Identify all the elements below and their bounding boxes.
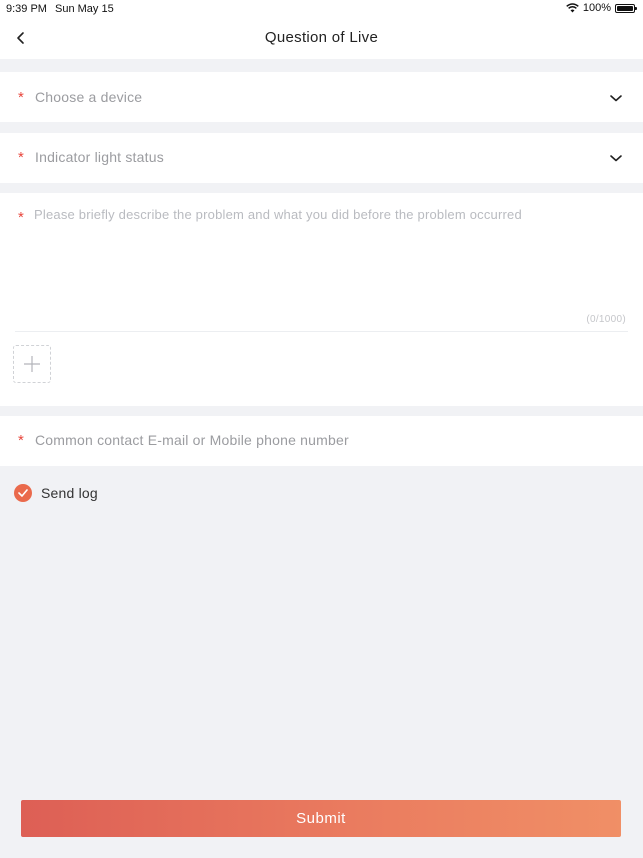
check-icon (18, 489, 28, 497)
send-log-label: Send log (41, 485, 98, 501)
submit-button[interactable]: Submit (21, 800, 621, 837)
device-select[interactable]: * Choose a device (0, 72, 643, 122)
divider (15, 331, 628, 332)
chevron-down-icon (610, 155, 622, 162)
battery-percent: 100% (582, 2, 611, 14)
status-date: Sun May 15 (55, 3, 114, 15)
character-counter: (0/1000) (586, 314, 626, 325)
chevron-down-icon (610, 95, 622, 102)
nav-bar: Question of Live (0, 18, 643, 59)
indicator-status-select[interactable]: * Indicator light status (0, 133, 643, 183)
plus-icon (24, 356, 40, 372)
status-time: 9:39 PM (6, 3, 47, 15)
required-mark: * (18, 89, 24, 106)
contact-input[interactable]: * Common contact E-mail or Mobile phone … (0, 416, 643, 466)
required-mark: * (18, 432, 24, 449)
battery-icon (615, 3, 637, 13)
required-mark: * (18, 149, 24, 166)
page-title: Question of Live (264, 29, 379, 46)
indicator-select-placeholder: Indicator light status (35, 149, 164, 165)
device-select-placeholder: Choose a device (35, 89, 143, 105)
required-mark: * (18, 209, 24, 226)
status-right: 100% (566, 2, 637, 14)
checkbox-checked[interactable] (14, 484, 32, 502)
description-section: * Please briefly describe the problem an… (0, 193, 643, 406)
contact-placeholder: Common contact E-mail or Mobile phone nu… (35, 432, 349, 448)
status-bar: 9:39 PM Sun May 15 100% (0, 0, 643, 18)
wifi-icon (566, 3, 579, 13)
add-image-button[interactable] (13, 345, 51, 383)
send-log-checkbox[interactable]: Send log (14, 484, 98, 502)
description-textarea[interactable]: Please briefly describe the problem and … (34, 207, 522, 222)
